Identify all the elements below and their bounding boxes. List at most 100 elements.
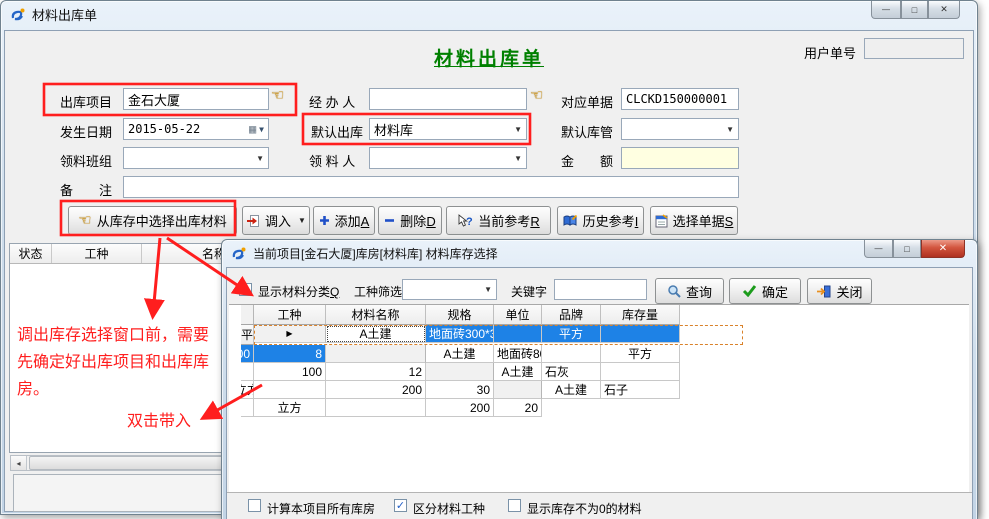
book-icon: [563, 214, 578, 227]
column-header[interactable]: 工种: [254, 305, 326, 325]
table-cell[interactable]: [542, 345, 601, 363]
table-cell[interactable]: 8: [254, 345, 326, 363]
cursor-question-icon: ?: [457, 214, 473, 228]
team-combo[interactable]: ▼: [123, 147, 269, 169]
stock-table: 工种 材料名称 规格 单位 品牌 库存量 加权平均价 ▶ A土建 地面砖300*…: [241, 305, 680, 417]
calendar-icon[interactable]: ▦: [249, 124, 256, 134]
table-cell[interactable]: 立方: [241, 381, 254, 399]
minimize-icon: —: [875, 244, 883, 253]
column-header[interactable]: 单位: [494, 305, 542, 325]
current-ref-button[interactable]: ? 当前参考R: [446, 206, 551, 235]
main-titlebar: 材料出库单: [1, 1, 977, 28]
date-field[interactable]: 2015-05-22 ▦ ▼: [123, 118, 269, 140]
table-cell[interactable]: [326, 399, 426, 417]
date-label: 发生日期: [60, 122, 112, 141]
scroll-left-arrow-icon[interactable]: ◂: [11, 456, 27, 470]
amount-field[interactable]: [621, 147, 739, 169]
table-cell[interactable]: 地面砖800*800: [494, 345, 542, 363]
hand-picker-icon[interactable]: ☜: [530, 89, 543, 103]
hand-picker-icon[interactable]: ☜: [271, 89, 284, 103]
notepad-icon: [655, 214, 668, 228]
chevron-down-icon[interactable]: ▼: [510, 125, 522, 134]
import-button[interactable]: 调入 ▼: [242, 206, 310, 235]
search-button[interactable]: 查询: [655, 278, 724, 304]
table-cell[interactable]: 立方: [254, 399, 326, 417]
default-keeper-combo[interactable]: ▼: [621, 118, 739, 140]
column-header[interactable]: 材料名称: [326, 305, 426, 325]
table-cell[interactable]: 平方: [542, 325, 601, 343]
table-cell[interactable]: 石灰: [542, 363, 601, 381]
table-cell[interactable]: 平方: [601, 345, 680, 363]
column-header[interactable]: 库存量: [601, 305, 680, 325]
annotation-double-click-note: 双击带入: [127, 408, 191, 435]
column-header[interactable]: 加权平均价: [241, 325, 254, 345]
table-cell[interactable]: 100: [254, 363, 326, 381]
delete-button[interactable]: 删除D: [378, 206, 442, 235]
select-doc-button[interactable]: 选择单据S: [650, 206, 738, 235]
doc-no-label: 对应单据: [561, 92, 613, 111]
dialog-close-button[interactable]: ✕: [921, 240, 965, 258]
chevron-down-icon[interactable]: ▼: [252, 154, 264, 163]
table-cell[interactable]: A土建: [326, 325, 426, 343]
table-cell[interactable]: A土建: [494, 363, 542, 381]
show-nonzero-checkbox[interactable]: [508, 499, 521, 512]
close-button[interactable]: ✕: [928, 1, 960, 19]
table-cell[interactable]: [494, 325, 542, 343]
distinguish-trade-checkbox[interactable]: ✓: [394, 499, 407, 512]
column-header[interactable]: 规格: [426, 305, 494, 325]
table-cell[interactable]: [601, 325, 680, 343]
table-cell[interactable]: 200: [426, 399, 494, 417]
table-cell[interactable]: A土建: [426, 345, 494, 363]
table-cell[interactable]: A土建: [542, 381, 601, 399]
table-cell[interactable]: 石子: [601, 381, 680, 399]
stock-select-dialog: 当前项目[金石大厦]库房[材料库] 材料库存选择 — □ ✕ 显示材料分类Q 工…: [221, 239, 978, 519]
check-icon: [742, 285, 757, 297]
add-button[interactable]: 添加A: [313, 206, 375, 235]
column-header-status[interactable]: 状态: [10, 244, 52, 263]
trade-filter-combo[interactable]: ▼: [402, 279, 497, 300]
history-ref-button[interactable]: 历史参考I: [557, 206, 644, 235]
dialog-title: 当前项目[金石大厦]库房[材料库] 材料库存选择: [253, 245, 498, 262]
table-cell[interactable]: 100: [241, 345, 254, 363]
column-header-trade[interactable]: 工种: [52, 244, 142, 263]
project-field[interactable]: 金石大厦: [123, 88, 269, 110]
table-cell[interactable]: [241, 363, 254, 381]
table-cell[interactable]: 20: [494, 399, 542, 417]
table-cell[interactable]: [254, 381, 326, 399]
table-cell[interactable]: 12: [326, 363, 426, 381]
row-selector-icon: ▶: [254, 325, 326, 343]
gutter-header: [241, 305, 254, 325]
ok-button[interactable]: 确定: [729, 278, 801, 304]
remark-field[interactable]: [123, 176, 739, 198]
chevron-down-icon[interactable]: ▼: [722, 125, 734, 134]
table-cell[interactable]: [241, 399, 254, 417]
doc-no-field[interactable]: CLCKD150000001: [621, 88, 739, 110]
minimize-button[interactable]: —: [871, 1, 901, 19]
user-no-field[interactable]: [864, 38, 964, 59]
chevron-down-icon[interactable]: ▼: [480, 285, 492, 294]
column-header[interactable]: 品牌: [542, 305, 601, 325]
dialog-close-action-button[interactable]: 关闭: [807, 278, 872, 304]
table-cell[interactable]: 地面砖300*300: [426, 325, 494, 343]
agent-field[interactable]: [369, 88, 527, 110]
dialog-minimize-button[interactable]: —: [864, 240, 893, 258]
calc-all-rooms-checkbox[interactable]: [248, 499, 261, 512]
remark-label: 备 注: [60, 180, 112, 199]
distinguish-trade-label: 区分材料工种: [413, 500, 485, 517]
minimize-icon: —: [882, 5, 890, 14]
show-nonzero-label: 显示库存不为0的材料: [527, 500, 642, 517]
keyword-input[interactable]: [554, 279, 647, 300]
table-cell[interactable]: [601, 363, 680, 381]
close-icon: ✕: [940, 4, 948, 15]
picker-combo[interactable]: ▼: [369, 147, 527, 169]
dialog-maximize-button[interactable]: □: [893, 240, 921, 258]
calendar-dropdown-icon[interactable]: ▼: [259, 125, 264, 134]
import-icon: [246, 214, 260, 228]
select-from-stock-button[interactable]: ☜ 从库存中选择出库材料: [68, 206, 237, 235]
chevron-down-icon[interactable]: ▼: [510, 154, 522, 163]
table-cell[interactable]: 200: [326, 381, 426, 399]
table-cell[interactable]: 30: [426, 381, 494, 399]
show-category-checkbox[interactable]: [239, 283, 252, 296]
maximize-button[interactable]: □: [901, 1, 928, 19]
default-store-combo[interactable]: 材料库 ▼: [369, 118, 527, 140]
